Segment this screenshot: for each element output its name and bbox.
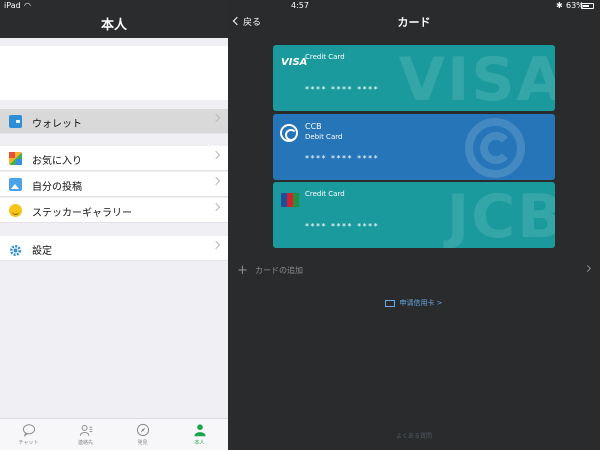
person-icon [193, 424, 206, 437]
menu-item-label: 設定 [32, 246, 52, 257]
plus-icon: + [237, 263, 248, 278]
profile-card[interactable] [0, 46, 228, 100]
card-brand: CCB [305, 122, 322, 131]
posts-icon [9, 178, 22, 191]
chevron-right-icon [211, 113, 221, 123]
status-time: 4:57 [291, 1, 309, 10]
tab-bar: チャット 連絡先 発見 本人 [0, 418, 228, 450]
tab-label: 連絡先 [77, 440, 93, 446]
ccb-watermark-icon [465, 118, 525, 178]
chat-icon [22, 424, 35, 437]
contacts-icon [79, 424, 92, 436]
menu-item-label: ウォレット [32, 119, 82, 130]
wifi-icon: ◠ [24, 1, 31, 10]
menu-item-wallet[interactable]: ウォレット [0, 109, 228, 134]
tab-discover[interactable]: 発見 [114, 419, 171, 450]
chevron-right-icon [211, 202, 221, 212]
card-type: Credit Card [305, 53, 345, 61]
page-title: 本人 [100, 18, 127, 33]
jcb-logo-icon [281, 193, 299, 207]
jcb-watermark: JCB [446, 182, 555, 248]
visa-watermark: VISA [398, 45, 555, 111]
chevron-right-icon [211, 240, 221, 250]
card-jcb[interactable]: JCB Credit Card **** **** **** [273, 182, 555, 248]
device-name: iPad [4, 1, 21, 10]
card-number: **** **** **** [305, 154, 380, 163]
add-card-row[interactable]: + カードの追加 [228, 261, 600, 279]
tab-label: チャット [18, 440, 39, 446]
tab-me[interactable]: 本人 [171, 419, 228, 450]
card-number: **** **** **** [305, 222, 380, 231]
chevron-right-icon [583, 264, 592, 273]
tab-label: 本人 [194, 440, 205, 446]
card-icon [385, 299, 396, 307]
chevron-right-icon [211, 176, 221, 186]
ccb-logo-icon [280, 124, 298, 142]
visa-logo: VISA [281, 57, 308, 68]
menu-item-posts[interactable]: 自分の投稿 [0, 172, 228, 197]
menu-item-favorites[interactable]: お気に入り [0, 146, 228, 171]
card-visa[interactable]: VISA VISA Credit Card **** **** **** [273, 45, 555, 111]
tab-contacts[interactable]: 連絡先 [57, 419, 114, 450]
menu-item-settings[interactable]: 設定 [0, 236, 228, 261]
right-panel: 戻る カード VISA VISA Credit Card **** **** *… [228, 0, 600, 450]
card-type: Credit Card [305, 190, 345, 198]
menu-item-label: 自分の投稿 [32, 182, 82, 193]
battery-icon [581, 3, 594, 9]
bluetooth-icon: ✱ [556, 1, 563, 10]
menu-item-label: お気に入り [32, 156, 82, 167]
wallet-icon [9, 115, 22, 128]
settings-icon [9, 242, 22, 257]
left-panel: 本人 ウォレット お気に入り 自分の投稿 ステッカーギャラリー 設定 チャット [0, 0, 228, 450]
apply-credit-card-link[interactable]: 申请信用卡 > [228, 298, 600, 308]
add-card-label: カードの追加 [255, 266, 303, 275]
faq-link[interactable]: よくある質問 [228, 431, 600, 440]
card-type: Debit Card [305, 133, 343, 141]
tab-label: 発見 [137, 440, 148, 446]
apply-link-label: 申请信用卡 > [399, 299, 443, 307]
nav-title: カード [397, 16, 431, 29]
card-number: **** **** **** [305, 85, 380, 94]
compass-icon [136, 423, 149, 437]
status-bar: iPad ◠ 4:57 ✱ 63% [0, 0, 600, 12]
card-ccb[interactable]: CCB Debit Card **** **** **** [273, 114, 555, 180]
tab-chats[interactable]: チャット [0, 419, 57, 450]
chevron-right-icon [211, 150, 221, 160]
sticker-icon [9, 204, 22, 217]
menu-item-label: ステッカーギャラリー [32, 208, 132, 219]
favorites-icon [9, 152, 22, 165]
menu-item-stickers[interactable]: ステッカーギャラリー [0, 198, 228, 223]
